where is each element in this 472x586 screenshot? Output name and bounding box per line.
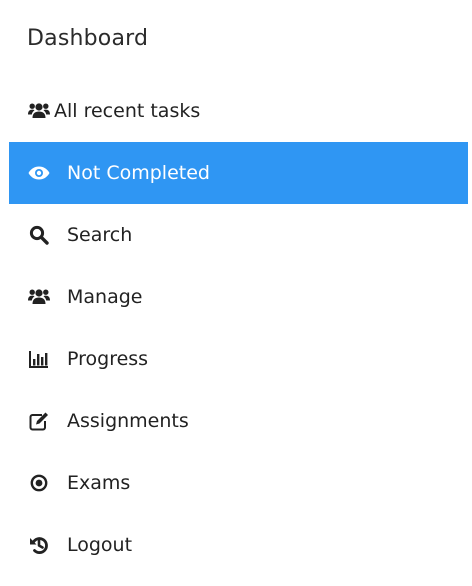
sidebar-item-all-recent-tasks[interactable]: All recent tasks	[9, 80, 468, 142]
sidebar-item-label: Not Completed	[67, 162, 210, 184]
sidebar-item-label: Manage	[67, 286, 143, 308]
sidebar-item-exams[interactable]: Exams	[9, 452, 468, 514]
bar-chart-icon	[27, 347, 51, 371]
sidebar-item-logout[interactable]: Logout	[9, 514, 468, 576]
eye-icon	[27, 161, 51, 185]
sidebar-item-search[interactable]: Search	[9, 204, 468, 266]
sidebar-item-assignments[interactable]: Assignments	[9, 390, 468, 452]
logout-icon	[27, 533, 51, 557]
sidebar-item-label: All recent tasks	[54, 100, 201, 122]
sidebar-item-label: Progress	[67, 348, 149, 370]
users-icon	[27, 285, 51, 309]
sidebar-item-not-completed[interactable]: Not Completed	[9, 142, 468, 204]
sidebar-item-progress[interactable]: Progress	[9, 328, 468, 390]
sidebar-item-label: Assignments	[67, 410, 189, 432]
users-icon	[27, 99, 51, 123]
sidebar-item-label: Search	[67, 224, 133, 246]
sidebar: Dashboard All recent tasks Not Completed…	[0, 0, 472, 586]
search-icon	[27, 223, 51, 247]
sidebar-item-label: Logout	[67, 534, 133, 556]
sidebar-item-label: Exams	[67, 472, 131, 494]
sidebar-title: Dashboard	[27, 26, 149, 51]
edit-icon	[27, 409, 51, 433]
dot-circle-icon	[27, 471, 51, 495]
sidebar-item-manage[interactable]: Manage	[9, 266, 468, 328]
